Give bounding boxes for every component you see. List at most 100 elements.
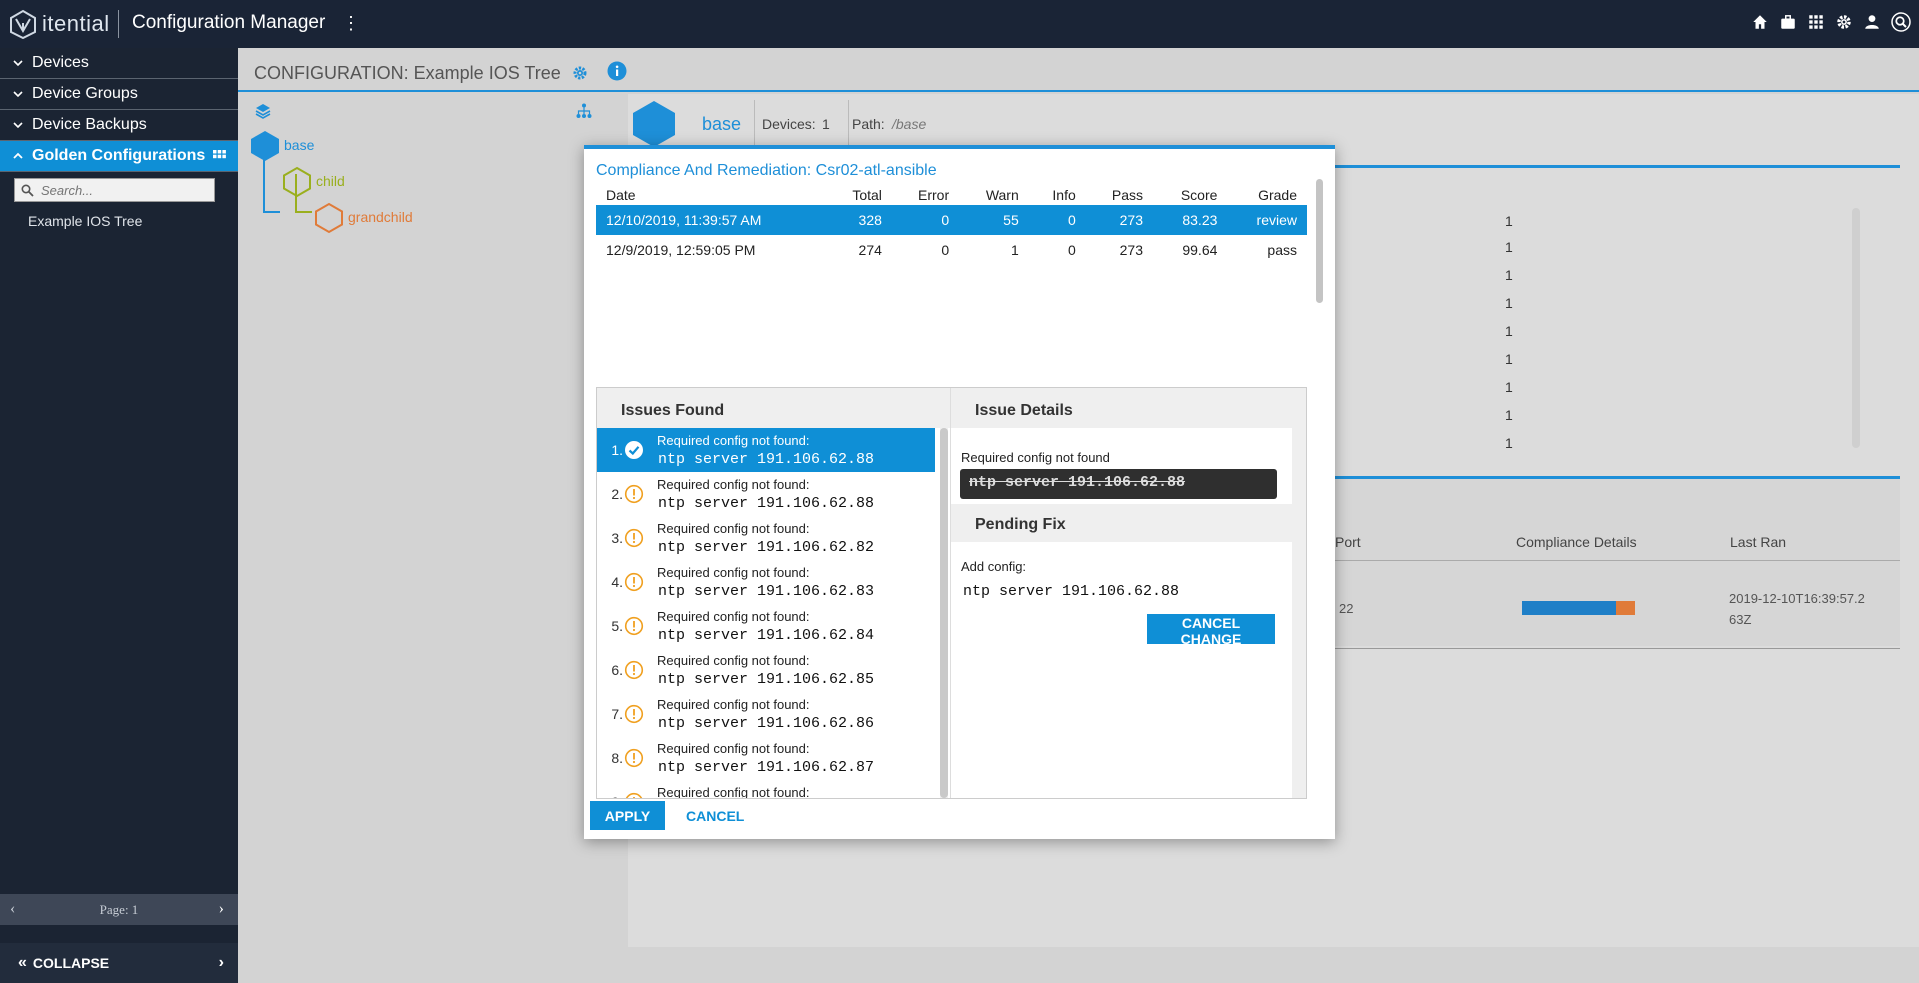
issues-scrollbar[interactable]: [940, 428, 948, 798]
page-title-text: CONFIGURATION: Example IOS Tree: [254, 63, 561, 83]
report-grade: pass: [1267, 242, 1297, 258]
app-title: Configuration Manager: [132, 12, 326, 33]
issue-number: 1.: [611, 442, 623, 458]
sidebar-search: [14, 178, 215, 202]
cancel-change-button[interactable]: CANCEL CHANGE: [1147, 614, 1275, 647]
itential-logo-icon: [10, 9, 36, 39]
cancel-button[interactable]: CANCEL: [686, 808, 744, 824]
list-item[interactable]: 5. Required config not found: ntp server 1…: [597, 604, 935, 648]
sidebar-item-devices[interactable]: Devices: [0, 48, 238, 79]
list-item[interactable]: 7. Required config not found: ntp server 1…: [597, 692, 935, 736]
modal-scrollbar[interactable]: [1315, 179, 1325, 779]
top-icons: [1751, 12, 1911, 32]
apps-grid-icon[interactable]: [1807, 13, 1825, 31]
config-lines-card: [1310, 165, 1900, 470]
compliance-modal: Compliance And Remediation: Csr02-atl-an…: [584, 145, 1335, 839]
scrollbar-thumb[interactable]: [940, 428, 948, 798]
info-icon[interactable]: [607, 61, 627, 81]
warning-icon: [625, 792, 643, 798]
brand[interactable]: itential: [8, 8, 110, 40]
page-title: CONFIGURATION: Example IOS Tree: [254, 61, 627, 84]
issue-detail-label: Required config not found: [961, 450, 1110, 465]
reports-table: Date Total Error Warn Info Pass Score Gr…: [596, 185, 1307, 265]
issue-details-title: Issue Details: [951, 388, 1292, 428]
chevron-up-icon: [13, 152, 23, 159]
issue-number: 8.: [611, 750, 623, 766]
column-header: Date: [606, 187, 636, 203]
tree-node-grandchild[interactable]: grandchild: [348, 209, 413, 225]
more-menu-icon[interactable]: ⋮: [342, 13, 360, 34]
scrollbar[interactable]: [1852, 208, 1860, 448]
issue-number: 3.: [611, 530, 623, 546]
issue-label: Required config not found:: [657, 653, 810, 668]
report-score: 99.64: [1182, 242, 1218, 258]
line-marker: 1: [1505, 213, 1513, 229]
report-info: 0: [1067, 242, 1076, 258]
port-header: Port: [1335, 534, 1361, 550]
search-input[interactable]: [39, 181, 209, 199]
report-info: 0: [1028, 205, 1086, 235]
line-marker: 1: [1505, 239, 1513, 255]
home-icon[interactable]: [1751, 13, 1769, 31]
line-marker: 1: [1505, 295, 1513, 311]
line-marker: 1: [1505, 323, 1513, 339]
briefcase-icon[interactable]: [1779, 13, 1797, 31]
list-item[interactable]: 4. Required config not found: ntp server 1…: [597, 560, 935, 604]
apply-button[interactable]: APPLY: [590, 801, 665, 830]
chevron-down-icon: [13, 122, 23, 129]
list-item[interactable]: 9. Required config not found:: [597, 780, 935, 798]
report-grade: review: [1227, 205, 1307, 235]
double-chevron-left-icon: «: [18, 954, 27, 971]
warning-icon: [624, 660, 644, 680]
column-header: Error: [918, 187, 950, 203]
sidebar-item-device-groups[interactable]: Device Groups: [0, 79, 238, 110]
report-warn: 55: [959, 205, 1029, 235]
tree-node-base[interactable]: base: [284, 137, 314, 153]
issue-label: Required config not found:: [657, 609, 810, 624]
issue-config: ntp server 191.106.62.82: [658, 539, 875, 556]
issues-list[interactable]: 1. Required config not found: ntp server 1…: [597, 428, 935, 798]
issue-number: 6.: [611, 662, 623, 678]
issue-config: ntp server 191.106.62.88: [658, 495, 875, 512]
list-item[interactable]: 1. Required config not found: ntp server 1…: [597, 428, 935, 472]
grandchild-node-icon[interactable]: [314, 202, 344, 234]
collapse-button[interactable]: « COLLAPSE ›: [0, 943, 238, 983]
gear-icon[interactable]: [1835, 13, 1853, 31]
brand-divider: [118, 10, 119, 38]
table-row[interactable]: 12/10/2019, 11:39:57 AM 328 0 55 0 273 8…: [596, 205, 1307, 235]
report-error: 0: [891, 205, 960, 235]
compliance-bar[interactable]: [1522, 601, 1635, 615]
chevron-left-icon[interactable]: ‹: [10, 900, 15, 918]
check-circle-icon: [625, 441, 643, 459]
top-bar: itential Configuration Manager ⋮: [0, 0, 1919, 48]
report-warn: 1: [1010, 242, 1019, 258]
warning-icon: [624, 616, 644, 636]
search-icon[interactable]: [1891, 12, 1911, 32]
sidebar-item-device-backups[interactable]: Device Backups: [0, 110, 238, 141]
chevron-right-icon[interactable]: ›: [219, 900, 224, 918]
removed-config: ntp server 191.106.62.88: [960, 469, 1277, 499]
gear-icon[interactable]: [572, 65, 588, 81]
list-item[interactable]: 2. Required config not found: ntp server 1…: [597, 472, 935, 516]
issue-number: 5.: [611, 618, 623, 634]
sidebar-item-golden-configurations[interactable]: Golden Configurations: [0, 141, 238, 172]
child-node-icon[interactable]: [282, 166, 312, 198]
hierarchy-icon[interactable]: [575, 102, 593, 120]
grid-view-icon[interactable]: [213, 150, 226, 163]
report-pass: 273: [1119, 242, 1143, 258]
issue-label: Required config not found:: [657, 565, 810, 580]
sidebar-tree-example-ios[interactable]: Example IOS Tree: [28, 213, 142, 229]
list-item[interactable]: 6. Required config not found: ntp server 1…: [597, 648, 935, 692]
list-item[interactable]: 8. Required config not found: ntp server 1…: [597, 736, 935, 780]
table-row[interactable]: 12/9/2019, 12:59:05 PM 274 0 1 0 273 99.…: [596, 235, 1307, 265]
column-header: Grade: [1258, 187, 1297, 203]
tree-node-child[interactable]: child: [316, 173, 345, 189]
issue-label: Required config not found:: [657, 521, 810, 536]
scrollbar-thumb[interactable]: [1316, 179, 1323, 303]
sidebar-item-label: Devices: [32, 54, 89, 71]
base-node-icon[interactable]: [250, 130, 280, 162]
list-item[interactable]: 3. Required config not found: ntp server 1…: [597, 516, 935, 560]
issue-number: 9.: [597, 794, 623, 798]
issue-config: ntp server 191.106.62.87: [658, 759, 875, 776]
user-icon[interactable]: [1863, 13, 1881, 31]
